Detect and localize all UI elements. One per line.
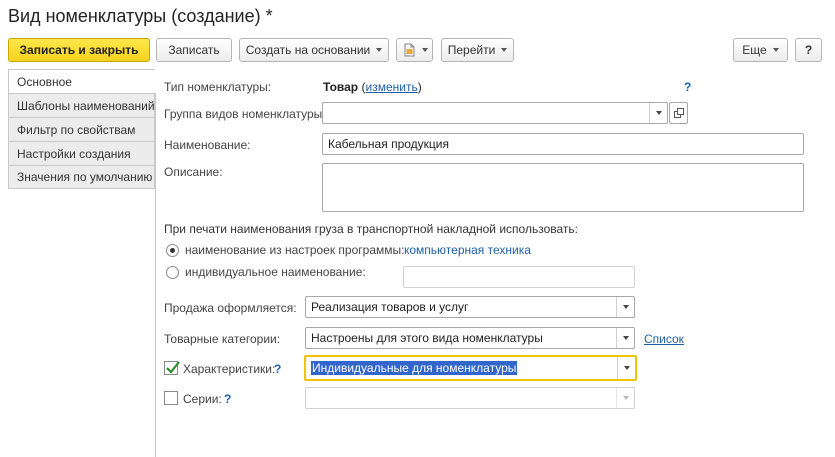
chevron-down-icon: [622, 336, 629, 340]
characteristics-value: Индивидуальные для номенклатуры: [311, 361, 518, 375]
name-label: Наименование:: [164, 138, 251, 152]
tab-list: Основное Шаблоны наименований Фильтр по …: [8, 69, 156, 189]
radio-settings-name[interactable]: [166, 244, 179, 257]
series-label: Серии:: [183, 392, 222, 406]
sale-label: Продажа оформляется:: [164, 301, 297, 315]
save-button[interactable]: Записать: [156, 38, 232, 62]
categories-dropdown-button[interactable]: [616, 328, 634, 348]
chevron-down-icon: [772, 48, 779, 52]
chevron-down-icon: [376, 48, 383, 52]
sale-value: Реализация товаров и услуг: [311, 300, 469, 314]
characteristics-label: Характеристики:: [183, 362, 276, 376]
sale-dropdown-button[interactable]: [616, 297, 634, 317]
chevron-down-icon: [655, 111, 662, 115]
description-textarea[interactable]: [322, 163, 804, 212]
help-button[interactable]: ?: [795, 38, 822, 62]
name-input[interactable]: Кабельная продукция: [322, 133, 804, 155]
categories-list-link[interactable]: Список: [644, 332, 684, 346]
content-divider-top: [155, 69, 156, 93]
tab-creation-settings[interactable]: Настройки создания: [8, 141, 155, 165]
more-button[interactable]: Еще: [733, 38, 788, 62]
group-label: Группа видов номенклатуры:: [164, 107, 326, 121]
series-select[interactable]: [305, 387, 635, 409]
type-change-close: ): [417, 80, 422, 94]
type-label: Тип номенклатуры:: [164, 80, 272, 94]
content-divider: [155, 93, 156, 457]
save-and-close-button[interactable]: Записать и закрыть: [8, 38, 150, 62]
goto-label: Перейти: [447, 43, 496, 57]
type-value-line: Товар (изменить): [323, 80, 422, 94]
sale-select[interactable]: Реализация товаров и услуг: [305, 296, 635, 318]
radio-individual-name[interactable]: [166, 266, 179, 279]
characteristics-select[interactable]: Индивидуальные для номенклатуры: [304, 355, 637, 381]
open-window-icon: [673, 108, 684, 118]
more-label: Еще: [742, 43, 767, 57]
series-checkbox[interactable]: [164, 391, 178, 405]
settings-name-link[interactable]: компьютерная техника: [404, 243, 531, 257]
type-help-icon[interactable]: ?: [684, 80, 691, 94]
window-title: Вид номенклатуры (создание) *: [8, 6, 273, 26]
group-dropdown-button[interactable]: [649, 103, 667, 123]
chevron-down-icon: [623, 366, 630, 370]
chevron-down-icon: [421, 48, 428, 52]
create-based-on-label: Создать на основании: [245, 43, 371, 57]
categories-label: Товарные категории:: [164, 332, 281, 346]
series-dropdown-button[interactable]: [616, 388, 634, 408]
characteristics-checkbox[interactable]: [164, 361, 180, 375]
chevron-down-icon: [622, 305, 629, 309]
group-open-button[interactable]: [669, 102, 688, 124]
radio-settings-label: наименование из настроек программы:: [185, 243, 405, 257]
tab-default-values[interactable]: Значения по умолчанию: [8, 165, 155, 189]
goto-button[interactable]: Перейти: [441, 38, 514, 62]
characteristics-dropdown-button[interactable]: [617, 357, 635, 379]
description-label: Описание:: [164, 165, 223, 179]
document-icon: [404, 43, 414, 57]
change-type-link[interactable]: изменить: [365, 80, 417, 94]
checkmark-icon: [166, 361, 180, 374]
tab-property-filter[interactable]: Фильтр по свойствам: [8, 117, 155, 141]
series-help-icon[interactable]: ?: [224, 392, 231, 406]
tab-main[interactable]: Основное: [8, 69, 156, 93]
categories-value: Настроены для этого вида номенклатуры: [311, 331, 543, 345]
print-menu-button[interactable]: [396, 38, 433, 62]
chevron-down-icon: [622, 396, 629, 400]
individual-name-input[interactable]: [403, 266, 635, 288]
categories-select[interactable]: Настроены для этого вида номенклатуры: [305, 327, 635, 349]
chevron-down-icon: [501, 48, 508, 52]
radio-individual-label: индивидуальное наименование:: [185, 265, 366, 279]
print-name-heading: При печати наименования груза в транспор…: [164, 222, 578, 236]
type-value: Товар: [323, 80, 359, 94]
group-field[interactable]: [322, 102, 668, 124]
characteristics-help-icon[interactable]: ?: [274, 362, 281, 376]
create-based-on-button[interactable]: Создать на основании: [239, 38, 389, 62]
tab-name-templates[interactable]: Шаблоны наименований: [8, 93, 155, 117]
